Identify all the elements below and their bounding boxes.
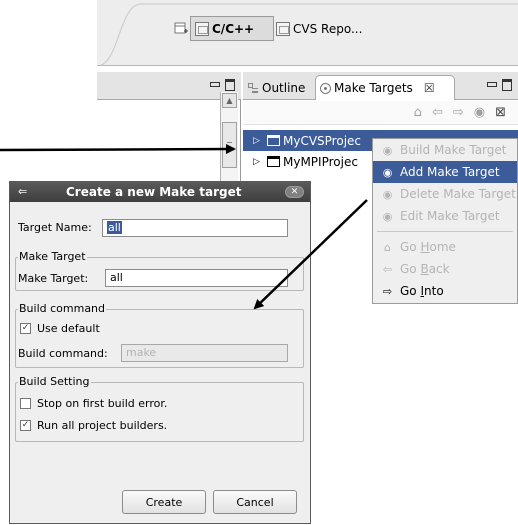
build-command-row: Build command:: [18, 347, 108, 360]
tab-make-targets-label: Make Targets: [334, 81, 413, 95]
menu-item-go-back[interactable]: ⇦ Go Back: [373, 258, 517, 280]
close-tab-icon[interactable]: ☒: [424, 81, 435, 95]
create-make-target-dialog: ⇐ Create a new Make target ✕ Target Name…: [9, 181, 311, 524]
scroll-up-icon[interactable]: ▲: [222, 93, 237, 108]
tab-outline[interactable]: Outline: [243, 75, 313, 100]
menu-item-edit-make-target[interactable]: ◉ Edit Make Target: [373, 205, 517, 227]
create-button[interactable]: Create: [122, 490, 206, 514]
menu-item-go-into[interactable]: ⇨ Go Into: [373, 280, 517, 302]
run-all-builders-label: Run all project builders.: [37, 419, 168, 432]
use-default-checkbox[interactable]: ✓: [20, 323, 31, 334]
forward-arrow-icon[interactable]: ⇨: [453, 105, 464, 120]
build-setting-group-label: Build Setting: [18, 375, 91, 388]
tree-item-label: MyMPIProjec: [283, 154, 358, 169]
back-arrow-icon: ⇦: [382, 262, 393, 276]
perspective-cc-button[interactable]: C/C++: [190, 16, 274, 41]
add-target-icon: ◉: [382, 165, 393, 179]
filter-icon[interactable]: ⊠: [495, 105, 506, 120]
build-target-icon: ◉: [382, 143, 393, 157]
window-menu-icon[interactable]: ⇐: [18, 185, 27, 198]
build-setting-group: [15, 382, 304, 442]
tab-make-targets[interactable]: Make Targets ☒: [315, 75, 455, 100]
menu-separator: [377, 231, 513, 232]
stop-on-error-checkbox[interactable]: [20, 398, 31, 409]
menu-item-label: Go Into: [400, 284, 444, 298]
dialog-title-bar[interactable]: ⇐ Create a new Make target ✕: [10, 182, 310, 202]
minimize-icon[interactable]: [486, 78, 497, 89]
cc-perspective-icon: [195, 21, 209, 36]
menu-item-go-home[interactable]: ⌂ Go Home: [373, 236, 517, 258]
project-folder-icon: [267, 135, 280, 146]
maximize-icon[interactable]: [224, 78, 235, 91]
scroll-thumb[interactable]: [222, 122, 237, 168]
cvs-perspective-icon: [276, 21, 290, 36]
back-arrow-icon[interactable]: ⇦: [432, 105, 443, 120]
expand-triangle-icon[interactable]: ▷: [253, 136, 263, 146]
home-icon: ⌂: [384, 240, 391, 254]
edit-target-icon: ◉: [382, 209, 393, 223]
dialog-title: Create a new Make target: [66, 185, 242, 199]
menu-item-label: Add Make Target: [400, 165, 500, 179]
menu-item-delete-make-target[interactable]: ◉ Delete Make Target: [373, 183, 517, 205]
make-targets-icon: [320, 82, 331, 94]
view-toolbar: ⌂ ⇦ ⇨ ◉ ⊠: [243, 101, 518, 125]
stop-on-error-row[interactable]: Stop on first build error.: [20, 397, 167, 410]
expand-triangle-icon[interactable]: ▷: [253, 157, 263, 167]
build-command-value: make: [126, 346, 157, 359]
cancel-button[interactable]: Cancel: [213, 490, 297, 514]
home-icon[interactable]: ⌂: [414, 105, 422, 120]
run-all-builders-row[interactable]: ✓ Run all project builders.: [20, 419, 167, 432]
run-all-builders-checkbox[interactable]: ✓: [20, 420, 31, 431]
build-command-group-label: Build command: [18, 302, 107, 315]
build-command-input[interactable]: make: [121, 344, 288, 362]
perspective-cvs-label: CVS Repo...: [293, 21, 363, 36]
menu-item-label: Delete Make Target: [400, 187, 516, 201]
stop-on-error-label: Stop on first build error.: [37, 397, 168, 410]
forward-arrow-icon: ⇨: [382, 284, 393, 298]
use-default-label: Use default: [37, 322, 100, 335]
target-name-input[interactable]: all: [102, 219, 288, 237]
menu-item-build-make-target[interactable]: ◉ Build Make Target: [373, 139, 517, 161]
menu-item-label: Edit Make Target: [400, 209, 500, 223]
perspective-cc-label: C/C++: [212, 21, 255, 36]
open-perspective-icon[interactable]: [173, 21, 189, 37]
menu-item-label: Go Home: [400, 240, 456, 254]
tab-outline-label: Outline: [262, 80, 306, 95]
target-name-value: all: [107, 221, 122, 234]
tree-item-label: MyCVSProjec: [283, 133, 362, 148]
outline-icon: [247, 82, 259, 94]
make-target-row: Make Target:: [18, 272, 88, 285]
build-command-label: Build command:: [18, 347, 108, 360]
make-target-input[interactable]: all: [105, 269, 288, 287]
target-name-label: Target Name:: [18, 221, 92, 234]
make-target-value: all: [110, 271, 123, 284]
menu-item-label: Build Make Target: [400, 143, 507, 157]
build-target-icon[interactable]: ◉: [474, 105, 485, 120]
delete-target-icon: ◉: [382, 187, 393, 201]
make-target-label: Make Target:: [18, 272, 89, 285]
maximize-icon[interactable]: [501, 78, 512, 91]
context-menu: ◉ Build Make Target ◉ Add Make Target ◉ …: [372, 138, 518, 304]
target-name-row: Target Name:: [18, 221, 92, 234]
menu-item-add-make-target[interactable]: ◉ Add Make Target: [373, 161, 517, 183]
project-folder-icon: [267, 156, 280, 167]
view-tab-bar: Outline Make Targets ☒: [243, 72, 518, 100]
make-target-group-label: Make Target: [18, 250, 87, 263]
perspective-cvs-button[interactable]: CVS Repo...: [276, 16, 362, 41]
menu-item-label: Go Back: [400, 262, 450, 276]
minimize-icon[interactable]: [209, 78, 220, 89]
use-default-row[interactable]: ✓ Use default: [20, 322, 100, 335]
close-icon[interactable]: ✕: [285, 186, 304, 198]
